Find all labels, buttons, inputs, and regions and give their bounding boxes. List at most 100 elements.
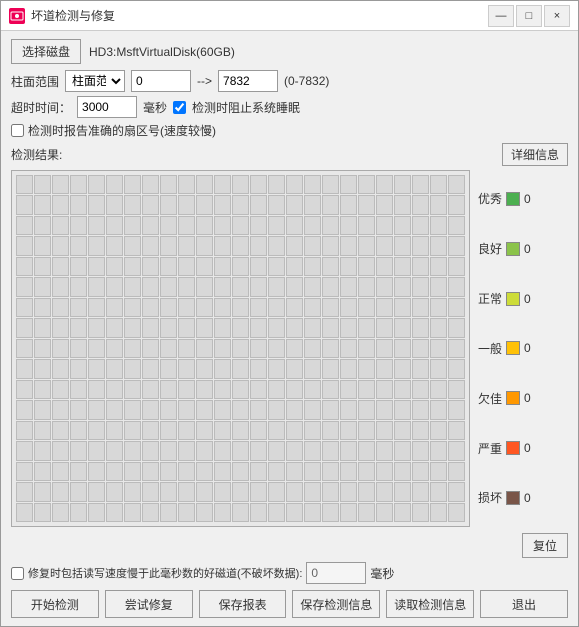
grid-cell — [394, 175, 411, 194]
grid-cell — [358, 298, 375, 317]
grid-cell — [250, 175, 267, 194]
cylinder-start-input[interactable] — [131, 70, 191, 92]
grid-cell — [358, 380, 375, 399]
grid-cell — [160, 277, 177, 296]
grid-cell — [358, 318, 375, 337]
cylinder-type-select[interactable]: 柱面范围 — [65, 70, 125, 92]
grid-cell — [34, 503, 51, 522]
grid-cell — [160, 421, 177, 440]
保存报表-button[interactable]: 保存报表 — [199, 590, 287, 618]
maximize-button[interactable]: □ — [516, 5, 542, 27]
grid-cell — [394, 462, 411, 481]
grid-cell — [142, 277, 159, 296]
cylinder-end-input[interactable] — [218, 70, 278, 92]
prevent-sleep-checkbox[interactable] — [173, 101, 186, 114]
grid-cell — [232, 277, 249, 296]
grid-cell — [88, 482, 105, 501]
退出-button[interactable]: 退出 — [480, 590, 568, 618]
grid-cell — [304, 236, 321, 255]
grid-cell — [196, 195, 213, 214]
grid-cell — [214, 257, 231, 276]
grid-cell — [394, 257, 411, 276]
grid-cell — [160, 503, 177, 522]
grid-cell — [52, 277, 69, 296]
grid-cell — [88, 175, 105, 194]
grid-cell — [34, 277, 51, 296]
grid-cell — [232, 400, 249, 419]
grid-cell — [88, 441, 105, 460]
grid-cell — [124, 421, 141, 440]
grid-cell — [430, 462, 447, 481]
grid-cell — [106, 462, 123, 481]
grid-cell — [286, 400, 303, 419]
grid-cell — [34, 421, 51, 440]
grid-cell — [448, 482, 465, 501]
grid-cell — [340, 482, 357, 501]
grid-cell — [52, 441, 69, 460]
grid-cell — [70, 380, 87, 399]
grid-cell — [358, 503, 375, 522]
grid-cell — [286, 195, 303, 214]
grid-cell — [142, 339, 159, 358]
grid-cell — [322, 380, 339, 399]
grid-cell — [124, 482, 141, 501]
grid-cell — [358, 195, 375, 214]
开始检测-button[interactable]: 开始检测 — [11, 590, 99, 618]
读取检测信息-button[interactable]: 读取检测信息 — [386, 590, 474, 618]
grid-cell — [142, 318, 159, 337]
close-button[interactable]: × — [544, 5, 570, 27]
timeout-row: 超时时间： 毫秒 检测时阻止系统睡眠 — [11, 96, 568, 118]
grid-cell — [412, 277, 429, 296]
accurate-sector-checkbox[interactable] — [11, 124, 24, 137]
legend-label: 欠佳 — [478, 390, 502, 407]
grid-cell — [358, 441, 375, 460]
grid-cell — [340, 339, 357, 358]
grid-cell — [52, 503, 69, 522]
reset-button[interactable]: 复位 — [522, 533, 568, 558]
grid-cell — [340, 236, 357, 255]
grid-cell — [394, 380, 411, 399]
保存检测信息-button[interactable]: 保存检测信息 — [292, 590, 380, 618]
grid-cell — [214, 175, 231, 194]
select-disk-button[interactable]: 选择磁盘 — [11, 39, 81, 64]
grid-cell — [70, 359, 87, 378]
prevent-sleep-label: 检测时阻止系统睡眠 — [192, 99, 300, 116]
grid-cell — [160, 175, 177, 194]
grid-cell — [160, 359, 177, 378]
disk-row: 选择磁盘 HD3:MsftVirtualDisk(60GB) — [11, 39, 568, 64]
尝试修复-button[interactable]: 尝试修复 — [105, 590, 193, 618]
grid-cell — [34, 400, 51, 419]
grid-cell — [160, 339, 177, 358]
grid-cell — [322, 359, 339, 378]
grid-cell — [34, 236, 51, 255]
grid-cell — [304, 318, 321, 337]
repair-ms-input[interactable] — [306, 562, 366, 584]
grid-cell — [394, 216, 411, 235]
result-main: 优秀0良好0正常0一般0欠佳0严重0损坏0 — [11, 170, 568, 527]
grid-cell — [178, 503, 195, 522]
grid-cell — [412, 421, 429, 440]
grid-cell — [106, 277, 123, 296]
grid-cell — [70, 462, 87, 481]
repair-slow-checkbox[interactable] — [11, 567, 24, 580]
grid-cell — [34, 298, 51, 317]
grid-cell — [88, 236, 105, 255]
grid-cell — [16, 359, 33, 378]
grid-cell — [358, 400, 375, 419]
timeout-input[interactable] — [77, 96, 137, 118]
grid-cell — [304, 195, 321, 214]
minimize-button[interactable]: — — [488, 5, 514, 27]
grid-cell — [88, 277, 105, 296]
grid-cell — [124, 236, 141, 255]
grid-cell — [142, 503, 159, 522]
grid-cell — [268, 236, 285, 255]
grid-cell — [124, 216, 141, 235]
grid-cell — [376, 503, 393, 522]
grid-cell — [160, 195, 177, 214]
grid-cell — [250, 421, 267, 440]
window-title: 坏道检测与修复 — [31, 7, 488, 24]
grid-cell — [106, 421, 123, 440]
detail-button[interactable]: 详细信息 — [502, 143, 568, 166]
grid-cell — [304, 175, 321, 194]
grid-cell — [178, 298, 195, 317]
